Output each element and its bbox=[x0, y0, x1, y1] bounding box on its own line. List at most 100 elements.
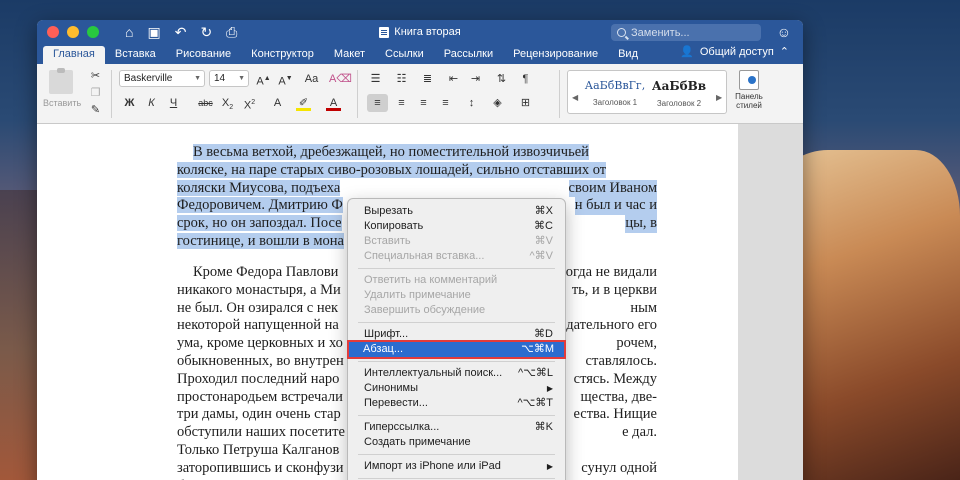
clear-formatting-icon[interactable]: A⌫ bbox=[329, 70, 352, 88]
font-color-icon[interactable]: A bbox=[323, 94, 344, 112]
tab-design[interactable]: Конструктор bbox=[241, 46, 324, 64]
context-menu-item[interactable]: Завершить обсуждение bbox=[350, 303, 563, 318]
borders-icon[interactable]: ⊞ bbox=[515, 94, 536, 112]
submenu-arrow-icon: ▶ bbox=[546, 462, 553, 471]
chevron-left-icon[interactable]: ◀ bbox=[572, 93, 578, 102]
text-line-right: сунул одной bbox=[581, 459, 657, 476]
search-input[interactable] bbox=[631, 26, 751, 39]
feedback-smiley-icon[interactable]: ☺ bbox=[777, 25, 791, 39]
text-line: В весьма ветхой, дребезжащей, но помести… bbox=[177, 144, 657, 162]
style-heading-1[interactable]: АаБбВвГг, Заголовок 1 bbox=[584, 79, 646, 107]
menu-item-label: Специальная вставка... bbox=[364, 250, 485, 262]
subscript-button[interactable]: X2 bbox=[217, 94, 238, 112]
bullets-icon[interactable]: ☰ bbox=[365, 70, 386, 88]
sort-icon[interactable]: ⇅ bbox=[491, 70, 512, 88]
tab-references[interactable]: Ссылки bbox=[375, 46, 434, 64]
tab-layout[interactable]: Макет bbox=[324, 46, 375, 64]
context-menu-item[interactable]: Вставить ⌘V bbox=[350, 234, 563, 249]
menu-item-label: Удалить примечание bbox=[364, 289, 471, 301]
search-box[interactable] bbox=[611, 24, 761, 41]
style-heading-2[interactable]: АаБбВв Заголовок 2 bbox=[648, 79, 710, 108]
shrink-font-icon[interactable]: A▼ bbox=[275, 70, 296, 88]
context-menu-item[interactable]: Удалить примечание bbox=[350, 288, 563, 303]
zoom-window-button[interactable] bbox=[87, 26, 99, 38]
decrease-indent-icon[interactable]: ⇤ bbox=[443, 70, 464, 88]
context-menu-item[interactable]: Синонимы ▶ bbox=[350, 381, 563, 396]
highlight-icon[interactable]: ✐ bbox=[293, 94, 314, 112]
share-button[interactable]: 👤 Общий доступ ⌃ bbox=[680, 45, 789, 59]
context-menu-item[interactable]: Копировать ⌘C bbox=[350, 219, 563, 234]
context-menu-item[interactable]: Создать примечание bbox=[350, 435, 563, 450]
change-case-icon[interactable]: Aa bbox=[301, 70, 322, 88]
text-effects-icon[interactable]: A bbox=[267, 94, 288, 112]
menu-item-label: Вставить bbox=[364, 235, 411, 247]
italic-button[interactable]: К bbox=[141, 94, 162, 112]
pilcrow-icon[interactable]: ¶ bbox=[515, 70, 536, 88]
format-painter-icon[interactable]: ✎ bbox=[85, 101, 106, 119]
context-menu-item[interactable]: Импорт из iPhone или iPad ▶ bbox=[350, 459, 563, 474]
minimize-window-button[interactable] bbox=[67, 26, 79, 38]
tab-mailings[interactable]: Рассылки bbox=[434, 46, 503, 64]
strikethrough-button[interactable]: abc bbox=[195, 94, 216, 112]
tab-review[interactable]: Рецензирование bbox=[503, 46, 608, 64]
grow-font-icon[interactable]: A▲ bbox=[253, 70, 274, 88]
redo-icon[interactable]: ↻ bbox=[200, 25, 212, 39]
document-area: В весьма ветхой, дребезжащей, но помести… bbox=[37, 124, 803, 480]
context-menu-item[interactable]: Абзац... ⌥⌘M bbox=[347, 340, 566, 359]
align-right-button[interactable]: ≡ bbox=[413, 94, 434, 112]
cut-icon[interactable]: ✂ bbox=[85, 67, 106, 85]
underline-button[interactable]: Ч bbox=[163, 94, 184, 112]
align-center-button[interactable]: ≡ bbox=[391, 94, 412, 112]
menu-item-shortcut: ⌘C bbox=[534, 220, 553, 232]
collapse-ribbon-icon[interactable]: ⌃ bbox=[780, 45, 789, 58]
context-menu-item[interactable]: Ответить на комментарий bbox=[350, 273, 563, 288]
paste-icon[interactable] bbox=[49, 68, 73, 94]
text-line-right: щества, две- bbox=[580, 388, 657, 405]
style-sample-text: АаБбВвГг, bbox=[584, 79, 646, 92]
justify-button[interactable]: ≡ bbox=[435, 94, 456, 112]
shading-icon[interactable]: ◈ bbox=[487, 94, 508, 112]
context-menu-item[interactable]: Гиперссылка... ⌘K bbox=[350, 420, 563, 435]
ribbon-separator bbox=[111, 70, 112, 118]
context-menu-item[interactable]: Вырезать ⌘X bbox=[350, 204, 563, 219]
tab-insert[interactable]: Вставка bbox=[105, 46, 166, 64]
paste-label: Вставить bbox=[43, 98, 82, 108]
multilevel-list-icon[interactable]: ≣ bbox=[417, 70, 438, 88]
superscript-button[interactable]: X2 bbox=[239, 94, 260, 112]
home-icon[interactable]: ⌂ bbox=[125, 25, 133, 39]
tab-view[interactable]: Вид bbox=[608, 46, 648, 64]
context-menu-item[interactable]: Интеллектуальный поиск... ^⌥⌘L bbox=[350, 366, 563, 381]
tab-draw[interactable]: Рисование bbox=[166, 46, 241, 64]
submenu-arrow-icon: ▶ bbox=[546, 384, 553, 393]
bold-button[interactable]: Ж bbox=[119, 94, 140, 112]
chevron-right-icon[interactable]: ▶ bbox=[716, 93, 722, 102]
text-line-right: ества. Нищие bbox=[573, 406, 657, 423]
context-menu-item[interactable]: Шрифт... ⌘D bbox=[350, 327, 563, 342]
context-menu-item[interactable]: Специальная вставка... ^⌘V bbox=[350, 249, 563, 264]
text-line-right: ставлялось. bbox=[585, 352, 657, 369]
styles-pane-button[interactable]: Панель стилей bbox=[729, 70, 769, 110]
add-person-icon: 👤 bbox=[680, 46, 694, 58]
align-left-button[interactable]: ≡ bbox=[367, 94, 388, 112]
numbering-icon[interactable]: ☷ bbox=[391, 70, 412, 88]
print-icon[interactable]: ⎙ bbox=[226, 25, 237, 39]
font-name-value: Baskerville bbox=[124, 73, 173, 84]
copy-icon[interactable]: ❐ bbox=[85, 84, 106, 102]
font-name-select[interactable]: Baskerville ▼ bbox=[119, 70, 205, 87]
font-size-select[interactable]: 14 ▼ bbox=[209, 70, 249, 87]
save-icon[interactable]: ▣ bbox=[147, 25, 160, 39]
close-window-button[interactable] bbox=[47, 26, 59, 38]
text-line-right: своим Иваном bbox=[568, 179, 657, 198]
tab-home[interactable]: Главная bbox=[43, 46, 105, 64]
menu-item-shortcut: ⌘K bbox=[534, 421, 553, 433]
styles-pane-label-2: стилей bbox=[736, 101, 762, 110]
increase-indent-icon[interactable]: ⇥ bbox=[465, 70, 486, 88]
menu-separator bbox=[358, 415, 555, 416]
ribbon-separator bbox=[559, 70, 560, 118]
line-spacing-icon[interactable]: ↕ bbox=[461, 94, 482, 112]
context-menu-item[interactable]: Перевести... ^⌥⌘T bbox=[350, 396, 563, 411]
menu-item-label: Абзац... bbox=[363, 343, 404, 355]
style-label: Заголовок 2 bbox=[656, 99, 702, 108]
text-line-left: заторопившись и сконфузи bbox=[177, 459, 344, 476]
undo-icon[interactable]: ↶ bbox=[175, 25, 187, 39]
